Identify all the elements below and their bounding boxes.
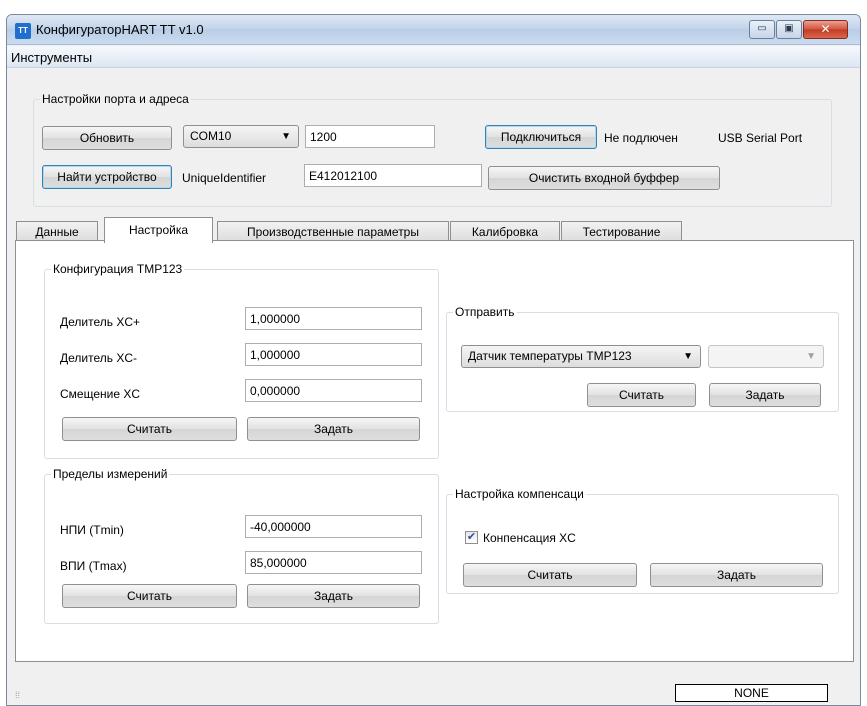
- tmp-config-legend: Конфигурация TMP123: [53, 262, 183, 276]
- upper-limit-label: ВПИ (Tmax): [60, 559, 127, 573]
- compensation-read-button[interactable]: Считать: [463, 563, 637, 587]
- port-settings-legend: Настройки порта и адреса: [42, 92, 189, 106]
- sensor-select-value: Датчик температуры TMP123: [468, 349, 632, 363]
- title-bar[interactable]: TT КонфигураторHART TT v1.0 ▭ ▣ ✕: [7, 15, 860, 45]
- port-select-value: COM10: [190, 129, 232, 143]
- status-bar: ⁞⁞ NONE: [7, 684, 860, 705]
- maximize-button[interactable]: ▣: [776, 20, 802, 39]
- status-panel: NONE: [675, 684, 828, 702]
- uid-label: UniqueIdentifier: [182, 171, 267, 185]
- chevron-down-icon: ▼: [281, 131, 291, 142]
- secondary-select[interactable]: ▼: [708, 345, 824, 368]
- compensation-checkbox[interactable]: ✔: [465, 531, 478, 544]
- lower-limit-label: НПИ (Tmin): [60, 523, 124, 537]
- uid-input[interactable]: [304, 164, 482, 187]
- upper-limit-input[interactable]: [245, 551, 422, 574]
- limits-set-button[interactable]: Задать: [247, 584, 420, 608]
- compensation-checkbox-label: Конпенсация XC: [483, 531, 576, 545]
- tab-production-params[interactable]: Производственные параметры: [217, 221, 449, 242]
- send-set-button[interactable]: Задать: [709, 383, 821, 407]
- tab-testing[interactable]: Тестирование: [561, 221, 682, 242]
- menu-bar: Инструменты: [7, 46, 860, 68]
- chevron-down-icon: ▼: [806, 351, 816, 362]
- minimize-button[interactable]: ▭: [749, 20, 775, 39]
- divider-plus-input[interactable]: [245, 307, 422, 330]
- baud-rate-input[interactable]: [305, 125, 435, 148]
- offset-label: Смещение XC: [60, 387, 141, 401]
- tmp-read-button[interactable]: Считать: [62, 417, 237, 441]
- port-description: USB Serial Port: [718, 131, 803, 145]
- tab-data[interactable]: Данные: [16, 221, 98, 242]
- tab-calibration[interactable]: Калибровка: [450, 221, 560, 242]
- refresh-button[interactable]: Обновить: [42, 126, 172, 150]
- compensation-set-button[interactable]: Задать: [650, 563, 823, 587]
- main-window: TT КонфигураторHART TT v1.0 ▭ ▣ ✕ Инстру…: [6, 14, 861, 706]
- chevron-down-icon: ▼: [683, 351, 693, 362]
- limits-legend: Пределы измерений: [53, 467, 168, 481]
- connection-status: Не подлючен: [604, 131, 678, 145]
- menu-tools[interactable]: Инструменты: [11, 50, 92, 65]
- divider-plus-label: Делитель XC+: [60, 315, 141, 329]
- send-legend: Отправить: [455, 305, 515, 319]
- clear-buffer-button[interactable]: Очистить входной буффер: [488, 166, 720, 190]
- limits-read-button[interactable]: Считать: [62, 584, 237, 608]
- close-button[interactable]: ✕: [803, 20, 848, 39]
- port-select[interactable]: COM10 ▼: [183, 125, 299, 148]
- settings-tab-panel: Конфигурация TMP123 Делитель XC+ Делител…: [15, 240, 854, 662]
- app-icon: TT: [15, 23, 31, 39]
- divider-minus-input[interactable]: [245, 343, 422, 366]
- offset-input[interactable]: [245, 379, 422, 402]
- find-device-button[interactable]: Найти устройство: [42, 165, 172, 189]
- lower-limit-input[interactable]: [245, 515, 422, 538]
- connect-button[interactable]: Подключиться: [485, 125, 597, 149]
- send-read-button[interactable]: Считать: [587, 383, 696, 407]
- tab-settings[interactable]: Настройка: [104, 217, 213, 243]
- resize-grip-icon[interactable]: ⁞⁞: [15, 690, 20, 700]
- window-title: КонфигураторHART TT v1.0: [36, 22, 204, 37]
- tmp-set-button[interactable]: Задать: [247, 417, 420, 441]
- sensor-select[interactable]: Датчик температуры TMP123 ▼: [461, 345, 701, 368]
- compensation-legend: Настройка компенсаци: [455, 487, 584, 501]
- divider-minus-label: Делитель XC-: [60, 351, 137, 365]
